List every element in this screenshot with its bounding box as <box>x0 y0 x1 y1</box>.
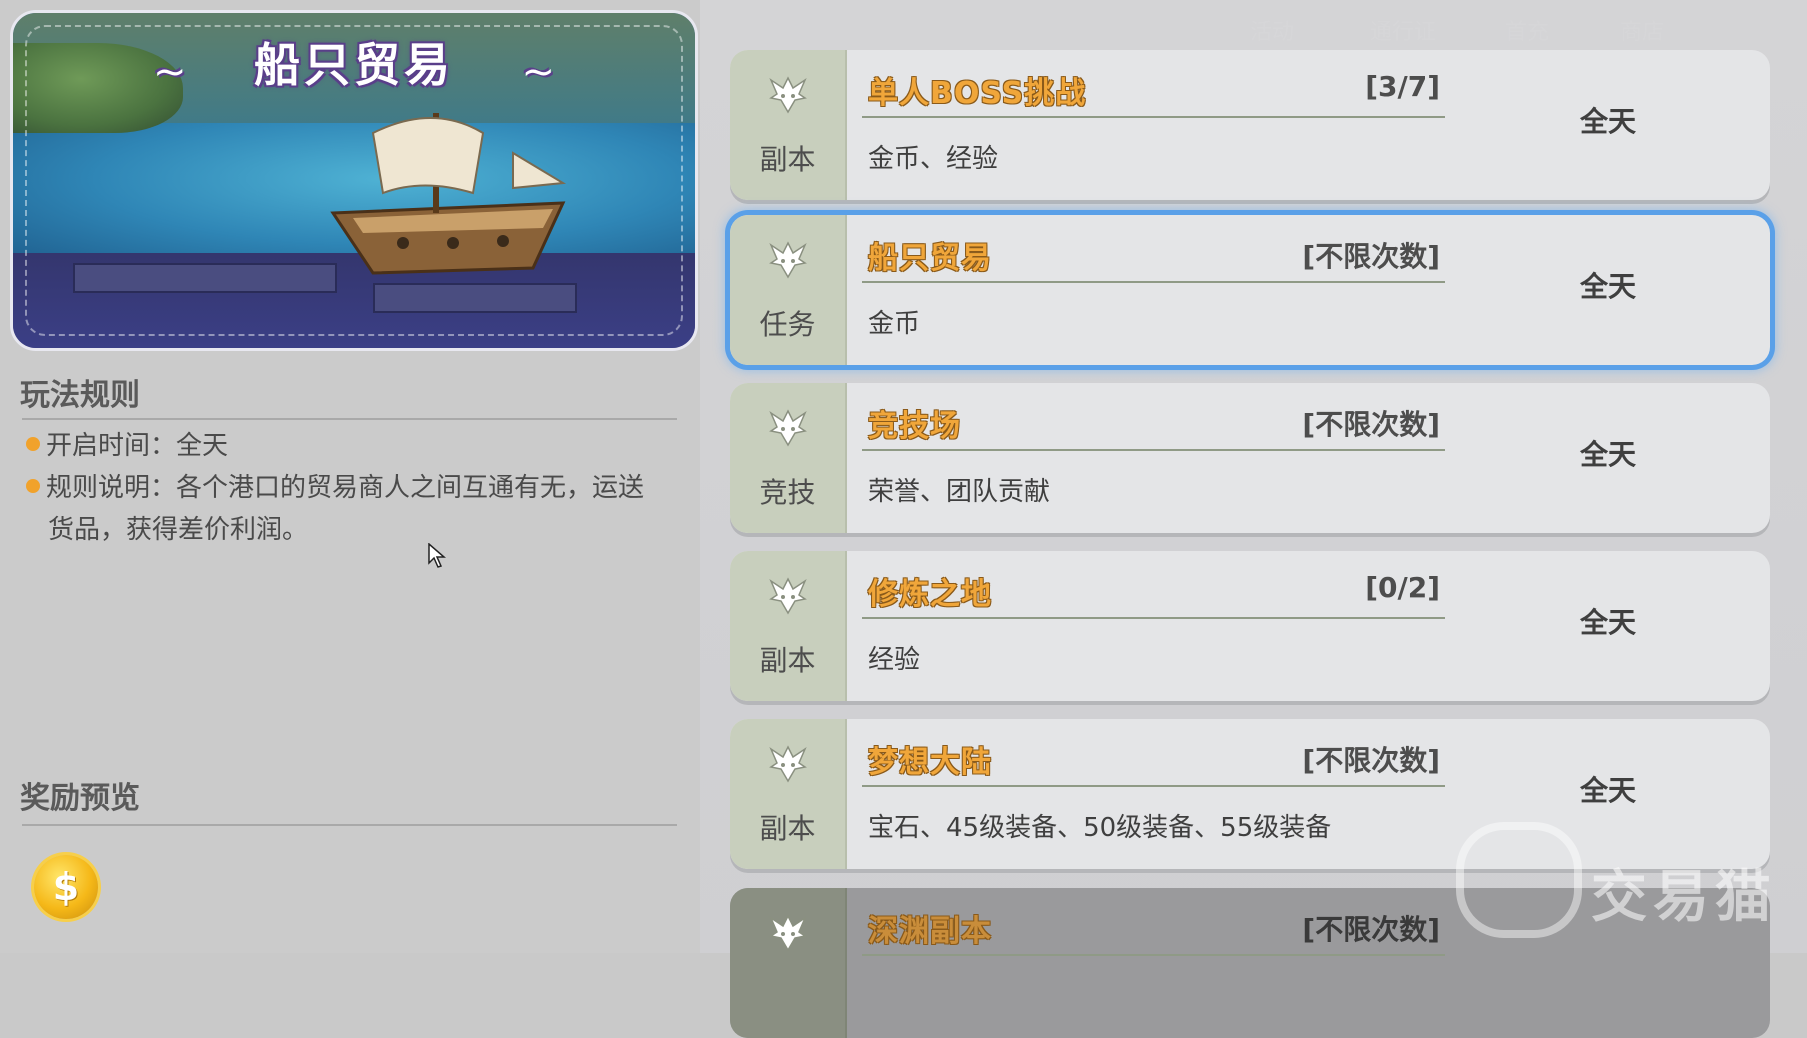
attempt-count: [0/2] <box>1365 571 1440 604</box>
category-column: 竞技 <box>730 383 847 533</box>
divider <box>862 617 1445 619</box>
attempt-count: [不限次数] <box>1302 744 1440 777</box>
divider <box>22 824 677 826</box>
activity-card[interactable]: 副本 修炼之地 [0/2] 经验 全天 <box>730 551 1770 701</box>
rules-heading: 玩法规则 <box>20 378 140 413</box>
dragon-emblem-icon <box>769 241 807 279</box>
divider <box>862 449 1445 451</box>
activity-banner: ~ 船只贸易 ~ <box>10 10 698 351</box>
category-label: 任务 <box>759 308 816 341</box>
attempt-count: [3/7] <box>1365 70 1440 103</box>
rewards-heading: 奖励预览 <box>20 781 140 816</box>
activity-time: 全天 <box>1580 606 1637 639</box>
divider <box>22 418 677 420</box>
activity-rewards: 荣誉、团队贡献 <box>868 477 1051 507</box>
divider <box>862 281 1445 283</box>
category-column: 副本 <box>730 551 847 701</box>
activity-time: 全天 <box>1580 105 1637 138</box>
dragon-emblem-icon <box>769 745 807 783</box>
dragon-emblem-icon <box>769 914 807 952</box>
attempt-count: [不限次数] <box>1302 913 1440 946</box>
activity-time: 全天 <box>1580 270 1637 303</box>
nav-tab-first-recharge[interactable]: 首充 <box>1505 14 1549 46</box>
category-label: 竞技 <box>759 476 816 509</box>
watermark-text: 交易猫 <box>1591 865 1777 930</box>
activity-list-panel: 活动 通行证 首充 商店 副本 单人BOSS挑战 [3/7] 金币、经验 全天 … <box>700 0 1807 1038</box>
activity-card[interactable]: 副本 梦想大陆 [不限次数] 宝石、45级装备、50级装备、55级装备 全天 <box>730 719 1770 869</box>
category-column: 副本 <box>730 719 847 869</box>
nav-tab-activity[interactable]: 活动 <box>1250 14 1294 46</box>
activity-rewards: 宝石、45级装备、50级装备、55级装备 <box>868 813 1332 843</box>
rule-open-time: 开启时间：全天 <box>26 425 666 467</box>
gold-coin-icon[interactable]: $ <box>34 855 98 919</box>
dragon-emblem-icon <box>769 577 807 615</box>
top-navigation: 活动 通行证 首充 商店 <box>1250 14 1807 54</box>
category-label: 副本 <box>759 812 816 845</box>
rule-label: 开启时间： <box>46 431 177 461</box>
activity-rewards: 金币、经验 <box>868 144 999 174</box>
bullet-icon <box>26 436 40 451</box>
dragon-emblem-icon <box>769 76 807 114</box>
activity-card[interactable]: 任务 船只贸易 [不限次数] 金币 全天 <box>730 215 1770 365</box>
category-label: 副本 <box>759 143 816 176</box>
activity-name: 竞技场 <box>868 409 961 444</box>
activity-rewards: 经验 <box>868 645 921 675</box>
activity-time: 全天 <box>1580 774 1637 807</box>
divider <box>862 954 1445 956</box>
activity-name: 单人BOSS挑战 <box>868 76 1087 111</box>
activity-detail-panel: ~ 船只贸易 ~ 玩法规则 开启时间：全天 规则说明：各个港口的贸易商人之间互通… <box>0 0 700 953</box>
category-label: 副本 <box>759 644 816 677</box>
activity-rewards: 金币 <box>868 309 921 339</box>
category-column <box>730 888 847 1038</box>
activity-name: 梦想大陆 <box>868 745 992 780</box>
activity-name: 船只贸易 <box>868 241 992 276</box>
nav-tab-shop[interactable]: 商店 <box>1620 14 1664 46</box>
banner-title: 船只贸易 <box>254 38 454 92</box>
mouse-cursor-icon <box>428 543 446 568</box>
category-column: 副本 <box>730 50 847 200</box>
activity-name: 修炼之地 <box>868 577 992 612</box>
watermark-logo-icon <box>1456 822 1582 938</box>
activity-time: 全天 <box>1580 438 1637 471</box>
activity-name: 深渊副本 <box>868 914 992 949</box>
rule-description: 规则说明：各个港口的贸易商人之间互通有无，运送货品，获得差价利润。 <box>26 467 666 551</box>
attempt-count: [不限次数] <box>1302 240 1440 273</box>
category-column: 任务 <box>730 215 847 365</box>
attempt-count: [不限次数] <box>1302 408 1440 441</box>
activity-card[interactable]: 竞技 竞技场 [不限次数] 荣誉、团队贡献 全天 <box>730 383 1770 533</box>
rule-label: 规则说明： <box>46 473 177 503</box>
dragon-emblem-icon <box>769 409 807 447</box>
divider <box>862 785 1445 787</box>
bullet-icon <box>26 478 40 493</box>
rule-value: 全天 <box>176 431 229 461</box>
nav-tab-pass[interactable]: 通行证 <box>1370 14 1436 46</box>
divider <box>862 116 1445 118</box>
activity-card[interactable]: 副本 单人BOSS挑战 [3/7] 金币、经验 全天 <box>730 50 1770 200</box>
swirl-right-icon: ~ <box>521 49 555 95</box>
